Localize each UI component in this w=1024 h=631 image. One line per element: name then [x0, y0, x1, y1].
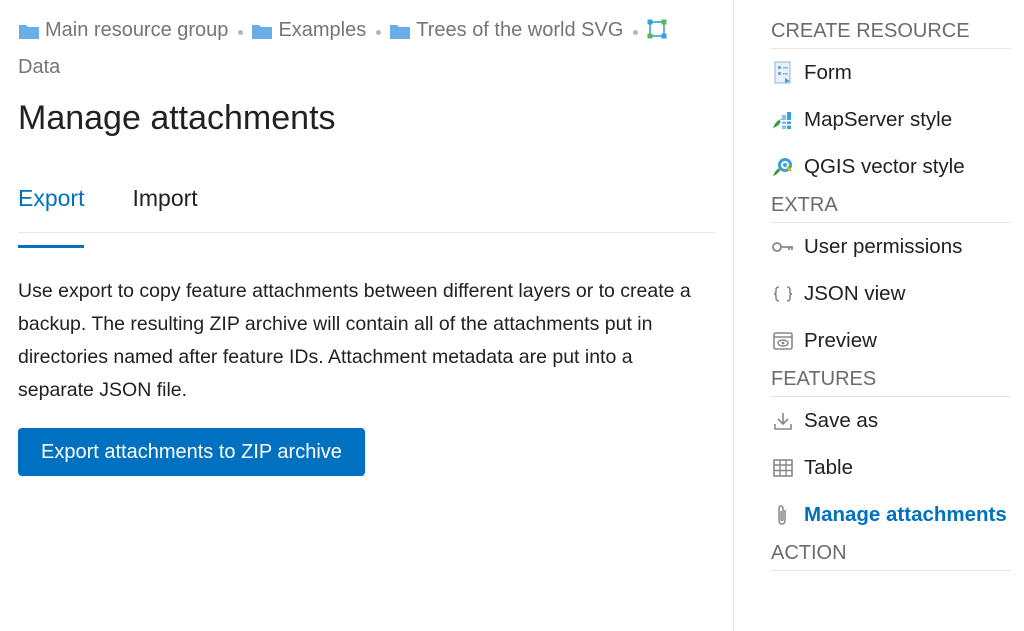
- breadcrumb-item-examples[interactable]: Examples: [251, 14, 366, 47]
- breadcrumb-item-vector-layer-icon[interactable]: [646, 18, 673, 40]
- page-title: Manage attachments: [18, 98, 336, 137]
- breadcrumb: Main resource group Examples Trees of th…: [18, 14, 715, 84]
- preview-icon: [771, 329, 795, 353]
- main-content: Main resource group Examples Trees of th…: [18, 14, 715, 476]
- breadcrumb-item-data[interactable]: Data: [18, 56, 60, 78]
- breadcrumb-item-main-resource-group[interactable]: Main resource group: [18, 14, 228, 47]
- sidebar-item-save-as[interactable]: Save as: [771, 397, 1011, 444]
- folder-icon: [19, 24, 39, 39]
- sidebar-section-features: FEATURES Save as Table Manage attachment…: [771, 364, 1011, 538]
- tab-import[interactable]: Import: [132, 174, 197, 232]
- sidebar-item-json-view[interactable]: JSON view: [771, 270, 1011, 317]
- breadcrumb-label: Trees of the world SVG: [416, 19, 624, 41]
- sidebar: CREATE RESOURCE Form MapServer style QGI…: [733, 0, 1024, 631]
- section-title: ACTION: [771, 538, 1011, 571]
- sidebar-section-create-resource: CREATE RESOURCE Form MapServer style QGI…: [771, 0, 1011, 190]
- mapserver-style-icon: [771, 108, 795, 132]
- table-icon: [771, 456, 795, 480]
- sidebar-item-label: MapServer style: [804, 107, 953, 131]
- vector-layer-icon: [647, 19, 667, 38]
- breadcrumb-separator: [238, 29, 244, 35]
- sidebar-item-user-permissions[interactable]: User permissions: [771, 223, 1011, 270]
- folder-icon: [252, 24, 273, 39]
- sidebar-item-label: Preview: [804, 328, 877, 352]
- export-description: Use export to copy feature attachments b…: [18, 279, 691, 401]
- sidebar-item-preview[interactable]: Preview: [771, 317, 1011, 364]
- sidebar-section-extra: EXTRA User permissions JSON view Preview: [771, 190, 1011, 364]
- sidebar-item-label: Table: [804, 455, 854, 479]
- folder-icon: [390, 24, 411, 39]
- key-icon: [771, 235, 795, 259]
- sidebar-item-manage-attachments[interactable]: Manage attachments: [771, 491, 1011, 538]
- sidebar-item-label: Manage attachments: [804, 502, 1007, 526]
- sidebar-section-action: ACTION: [771, 538, 1011, 571]
- paperclip-icon: [771, 503, 795, 527]
- tab-bar: Export Import: [18, 174, 715, 248]
- sidebar-item-label: User permissions: [804, 234, 963, 258]
- breadcrumb-item-trees-of-the-world[interactable]: Trees of the world SVG: [389, 14, 623, 47]
- export-zip-button[interactable]: Export attachments to ZIP archive: [18, 427, 365, 476]
- section-title: CREATE RESOURCE: [771, 0, 1011, 49]
- section-title: FEATURES: [771, 364, 1011, 397]
- sidebar-item-label: QGIS vector style: [804, 154, 965, 178]
- sidebar-item-mapserver-style[interactable]: MapServer style: [771, 96, 1011, 143]
- section-title: EXTRA: [771, 190, 1011, 223]
- sidebar-item-qgis-vector-style[interactable]: QGIS vector style: [771, 143, 1011, 190]
- breadcrumb-separator: [376, 29, 382, 35]
- sidebar-item-table[interactable]: Table: [771, 444, 1011, 491]
- braces-icon: [771, 282, 795, 306]
- sidebar-item-form[interactable]: Form: [771, 49, 1011, 96]
- form-icon: [771, 61, 795, 85]
- sidebar-item-label: Save as: [804, 408, 879, 432]
- breadcrumb-label: Examples: [278, 19, 367, 41]
- sidebar-item-label: Form: [804, 60, 852, 84]
- breadcrumb-separator: [633, 29, 639, 35]
- tab-export[interactable]: Export: [18, 174, 85, 248]
- breadcrumb-label: Main resource group: [45, 19, 229, 41]
- qgis-style-icon: [771, 155, 795, 179]
- sidebar-item-label: JSON view: [804, 281, 906, 305]
- download-icon: [771, 409, 795, 433]
